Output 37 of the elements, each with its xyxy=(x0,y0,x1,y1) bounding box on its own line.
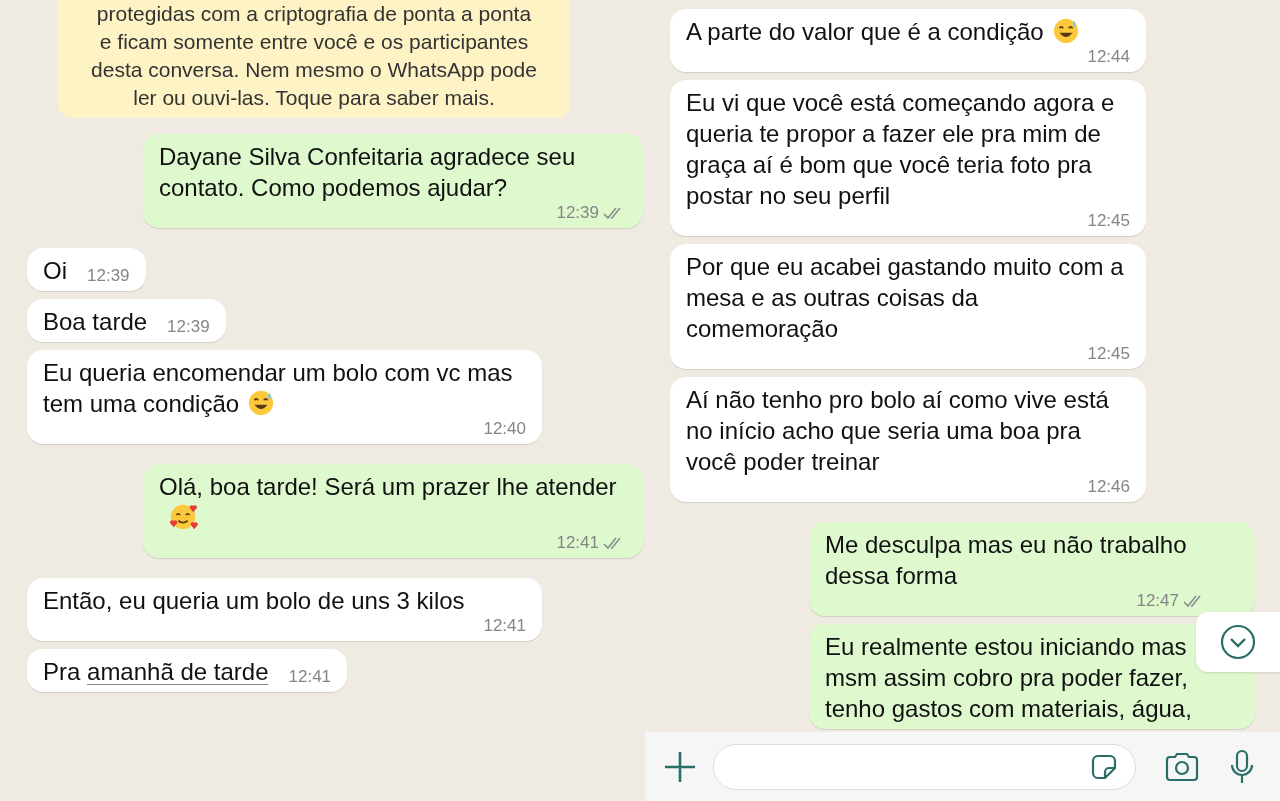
message-time: 12:44 xyxy=(1087,47,1130,67)
microphone-icon[interactable] xyxy=(1228,748,1256,785)
message-text: Então, eu queria um bolo de uns 3 kilos xyxy=(43,586,465,616)
message-text: Boa tarde xyxy=(43,307,148,337)
message-text: Dayane Silva Confeitaria agradece seu contato. Como podemos ajudar? xyxy=(159,142,577,203)
notice-text: protegidas com a criptografia de ponta a ponta xyxy=(96,1,532,27)
message-time: 12:45 xyxy=(1087,211,1130,231)
message-time: 12:39 xyxy=(167,317,210,337)
message-time: 12:47 xyxy=(1136,591,1179,611)
notice-text: ler ou ouvi-las. Toque para saber mais. xyxy=(133,85,495,111)
camera-icon[interactable] xyxy=(1164,751,1200,782)
plus-icon[interactable] xyxy=(663,749,697,784)
message-time: 12:40 xyxy=(483,419,526,439)
message-time: 12:41 xyxy=(556,533,599,553)
message-time: 12:45 xyxy=(1087,344,1130,364)
message-input-field[interactable] xyxy=(713,743,1136,790)
message-text: Eu realmente estou iniciando mas msm assim cobro pra poder fazer, tenho gastos com materiais, água, xyxy=(825,632,1193,724)
message-text: A parte do valor que é a condição xyxy=(686,16,1080,47)
message-text: Pra amanhã de tarde xyxy=(43,657,269,687)
message-text: Por que eu acabei gastando muito com a mesa e as outras coisas da comemoração xyxy=(686,252,1125,344)
encryption-notice[interactable]: protegidas com a criptografia de ponta a ponta e ficam somente entre você e os participantes desta conversa. Nem mesmo o WhatsApp pode ler ou ouvi-las. Toque para saber mais. xyxy=(58,0,570,118)
message-text: Eu vi que você está começando agora e queria te propor a fazer ele pra mim de graça aí é bom que você teria foto pra postar no seu perfil xyxy=(686,88,1116,211)
notice-text: desta conversa. Nem mesmo o WhatsApp pode xyxy=(91,57,537,83)
message-time: 12:41 xyxy=(483,616,526,636)
message-time: 12:39 xyxy=(556,203,599,223)
message-text: Eu queria encomendar um bolo com vc mas tem uma condição xyxy=(43,358,514,419)
message-time: 12:41 xyxy=(288,667,332,687)
date-link[interactable]: amanhã de tarde xyxy=(87,658,269,685)
notice-text: e ficam somente entre você e os participantes xyxy=(99,29,529,55)
chevron-down-icon xyxy=(1219,623,1257,661)
message-text: Me desculpa mas eu não trabalho dessa forma xyxy=(825,530,1188,591)
message-text: Oi xyxy=(43,256,67,286)
message-text: Olá, boa tarde! Será um prazer lhe atender xyxy=(159,471,627,533)
message-time: 12:39 xyxy=(87,266,130,286)
scroll-down-button[interactable] xyxy=(1196,612,1280,672)
message-text: Aí não tenho pro bolo aí como vive está no início acho que seria uma boa pra você poder treinar xyxy=(686,385,1110,477)
message-time: 12:46 xyxy=(1087,477,1130,497)
